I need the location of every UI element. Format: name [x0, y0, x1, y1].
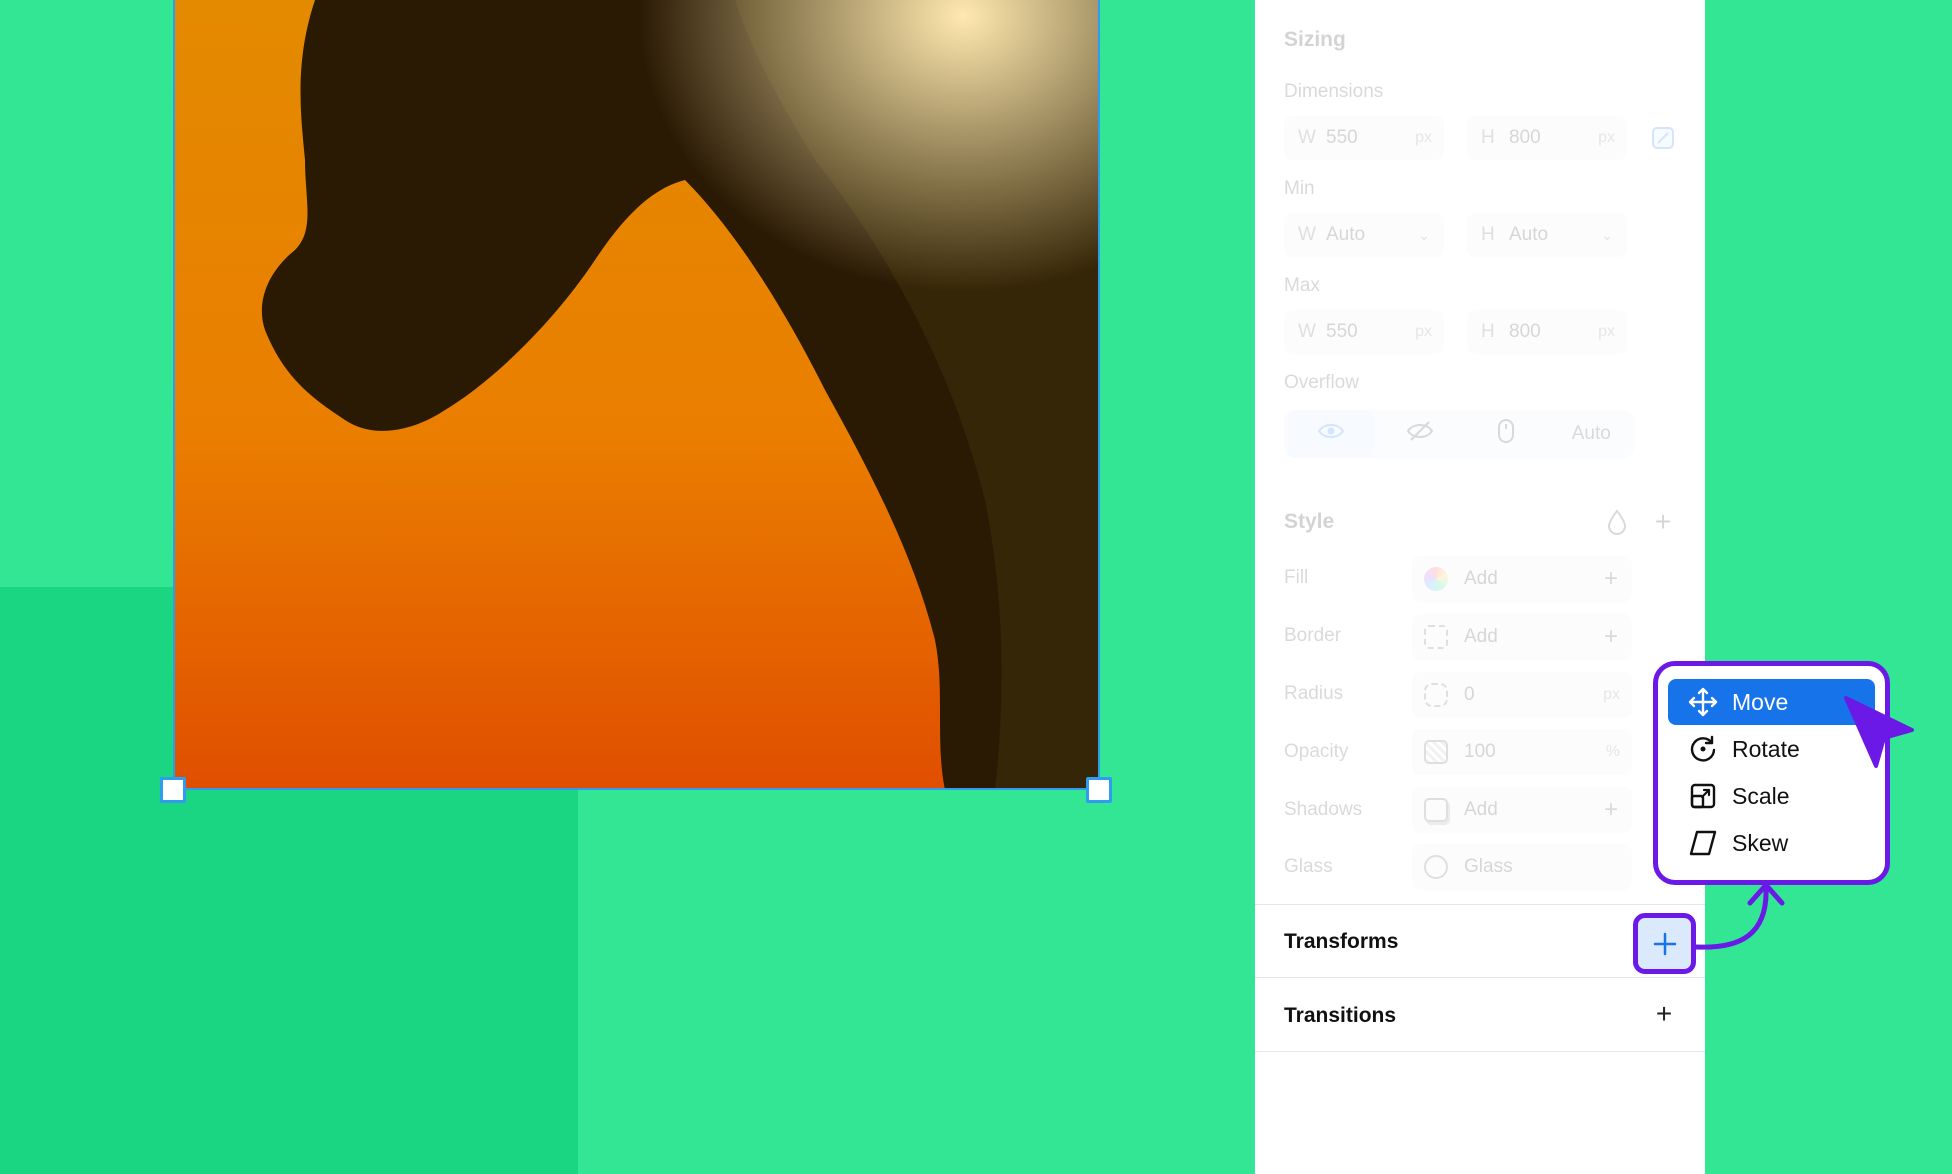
fill-value: Add	[1464, 568, 1498, 589]
min-height-value: Auto	[1509, 224, 1549, 245]
border-style-icon	[1424, 625, 1448, 649]
max-width-value: 550	[1326, 321, 1358, 342]
divider	[1255, 1051, 1705, 1052]
aspect-lock-icon[interactable]	[1649, 124, 1677, 152]
shadows-label: Shadows	[1284, 799, 1363, 820]
overflow-label: Overflow	[1284, 372, 1359, 393]
height-value: 800	[1509, 127, 1541, 148]
height-unit: px	[1598, 129, 1615, 146]
properties-panel: Sizing Dimensions W 550 px H 800 px Min …	[1255, 0, 1705, 1174]
shadows-row[interactable]: Add +	[1412, 787, 1632, 833]
horse-image	[175, 0, 1098, 788]
radius-label: Radius	[1284, 683, 1344, 704]
min-label: Min	[1284, 178, 1315, 199]
min-height-select[interactable]: H Auto ⌄	[1467, 213, 1627, 257]
selected-image-frame[interactable]	[173, 0, 1100, 790]
fill-label: Fill	[1284, 567, 1309, 588]
height-prefix: H	[1481, 127, 1495, 148]
droplet-icon[interactable]	[1603, 508, 1631, 536]
skew-icon	[1686, 826, 1720, 860]
max-label: Max	[1284, 275, 1320, 296]
radius-value: 0	[1464, 684, 1475, 705]
border-label: Border	[1284, 625, 1342, 646]
border-row[interactable]: Add +	[1412, 614, 1632, 660]
mouse-scroll-icon	[1497, 419, 1514, 449]
width-unit: px	[1415, 129, 1432, 146]
glass-value: Glass	[1464, 856, 1513, 877]
overflow-visible-option[interactable]	[1288, 410, 1374, 458]
fill-row[interactable]: Add +	[1412, 556, 1632, 602]
add-transition-button[interactable]: +	[1646, 996, 1682, 1032]
overflow-hidden-option[interactable]	[1378, 410, 1464, 458]
max-width-unit: px	[1415, 323, 1432, 340]
menu-item-label: Scale	[1732, 782, 1790, 809]
opacity-unit: %	[1605, 743, 1620, 760]
annotation-arrow-icon	[1693, 882, 1785, 950]
overflow-segmented-control: Auto	[1284, 410, 1634, 458]
menu-item-label: Move	[1732, 688, 1789, 715]
eye-off-icon	[1407, 420, 1434, 448]
width-field[interactable]: W 550 px	[1284, 116, 1444, 160]
resize-handle-bottom-left[interactable]	[160, 777, 186, 803]
min-width-value: Auto	[1326, 224, 1366, 245]
shadows-value: Add	[1464, 799, 1498, 820]
radius-icon	[1424, 683, 1448, 707]
max-width-prefix: W	[1298, 321, 1316, 342]
menu-item-scale[interactable]: Scale	[1668, 773, 1875, 819]
sizing-title: Sizing	[1284, 28, 1346, 51]
cursor-pointer-icon	[1844, 696, 1914, 768]
canvas-background	[578, 793, 1255, 1174]
width-prefix: W	[1298, 127, 1316, 148]
style-title: Style	[1284, 510, 1335, 533]
resize-handle-bottom-right[interactable]	[1086, 777, 1112, 803]
opacity-icon	[1424, 740, 1448, 764]
max-height-value: 800	[1509, 321, 1541, 342]
color-wheel-icon	[1424, 567, 1448, 591]
max-height-field[interactable]: H 800 px	[1467, 310, 1627, 354]
height-field[interactable]: H 800 px	[1467, 116, 1627, 160]
opacity-label: Opacity	[1284, 741, 1349, 762]
add-style-button[interactable]: +	[1645, 504, 1681, 540]
overflow-scroll-option[interactable]	[1463, 410, 1549, 458]
menu-item-label: Rotate	[1732, 735, 1800, 762]
add-fill-icon[interactable]: +	[1604, 565, 1618, 593]
radius-unit: px	[1603, 686, 1620, 703]
chevron-down-icon: ⌄	[1418, 226, 1430, 243]
min-width-select[interactable]: W Auto ⌄	[1284, 213, 1444, 257]
chevron-down-icon: ⌄	[1601, 226, 1613, 243]
opacity-field[interactable]: 100 %	[1412, 729, 1632, 775]
width-value: 550	[1326, 127, 1358, 148]
add-shadow-icon[interactable]: +	[1604, 796, 1618, 824]
eye-icon	[1317, 422, 1344, 446]
max-height-unit: px	[1598, 323, 1615, 340]
rotate-icon	[1686, 732, 1720, 766]
overflow-auto-option[interactable]: Auto	[1549, 410, 1635, 458]
min-width-prefix: W	[1298, 224, 1316, 245]
glass-row[interactable]: Glass	[1412, 844, 1632, 890]
dimensions-label: Dimensions	[1284, 81, 1384, 102]
glass-icon	[1424, 855, 1448, 879]
glass-label: Glass	[1284, 856, 1333, 877]
border-value: Add	[1464, 626, 1498, 647]
menu-item-label: Skew	[1732, 829, 1789, 856]
shadow-icon	[1424, 798, 1448, 822]
transitions-title: Transitions	[1284, 1004, 1397, 1027]
transforms-title: Transforms	[1284, 930, 1399, 953]
max-height-prefix: H	[1481, 321, 1495, 342]
menu-item-skew[interactable]: Skew	[1668, 820, 1875, 866]
add-border-icon[interactable]: +	[1604, 623, 1618, 651]
plus-icon	[1653, 932, 1676, 955]
move-icon	[1686, 685, 1720, 719]
divider	[1255, 904, 1705, 905]
scale-icon	[1686, 779, 1720, 813]
divider	[1255, 977, 1705, 978]
min-height-prefix: H	[1481, 224, 1495, 245]
opacity-value: 100	[1464, 741, 1496, 762]
max-width-field[interactable]: W 550 px	[1284, 310, 1444, 354]
radius-field[interactable]: 0 px	[1412, 672, 1632, 718]
add-transform-button[interactable]	[1633, 913, 1696, 974]
